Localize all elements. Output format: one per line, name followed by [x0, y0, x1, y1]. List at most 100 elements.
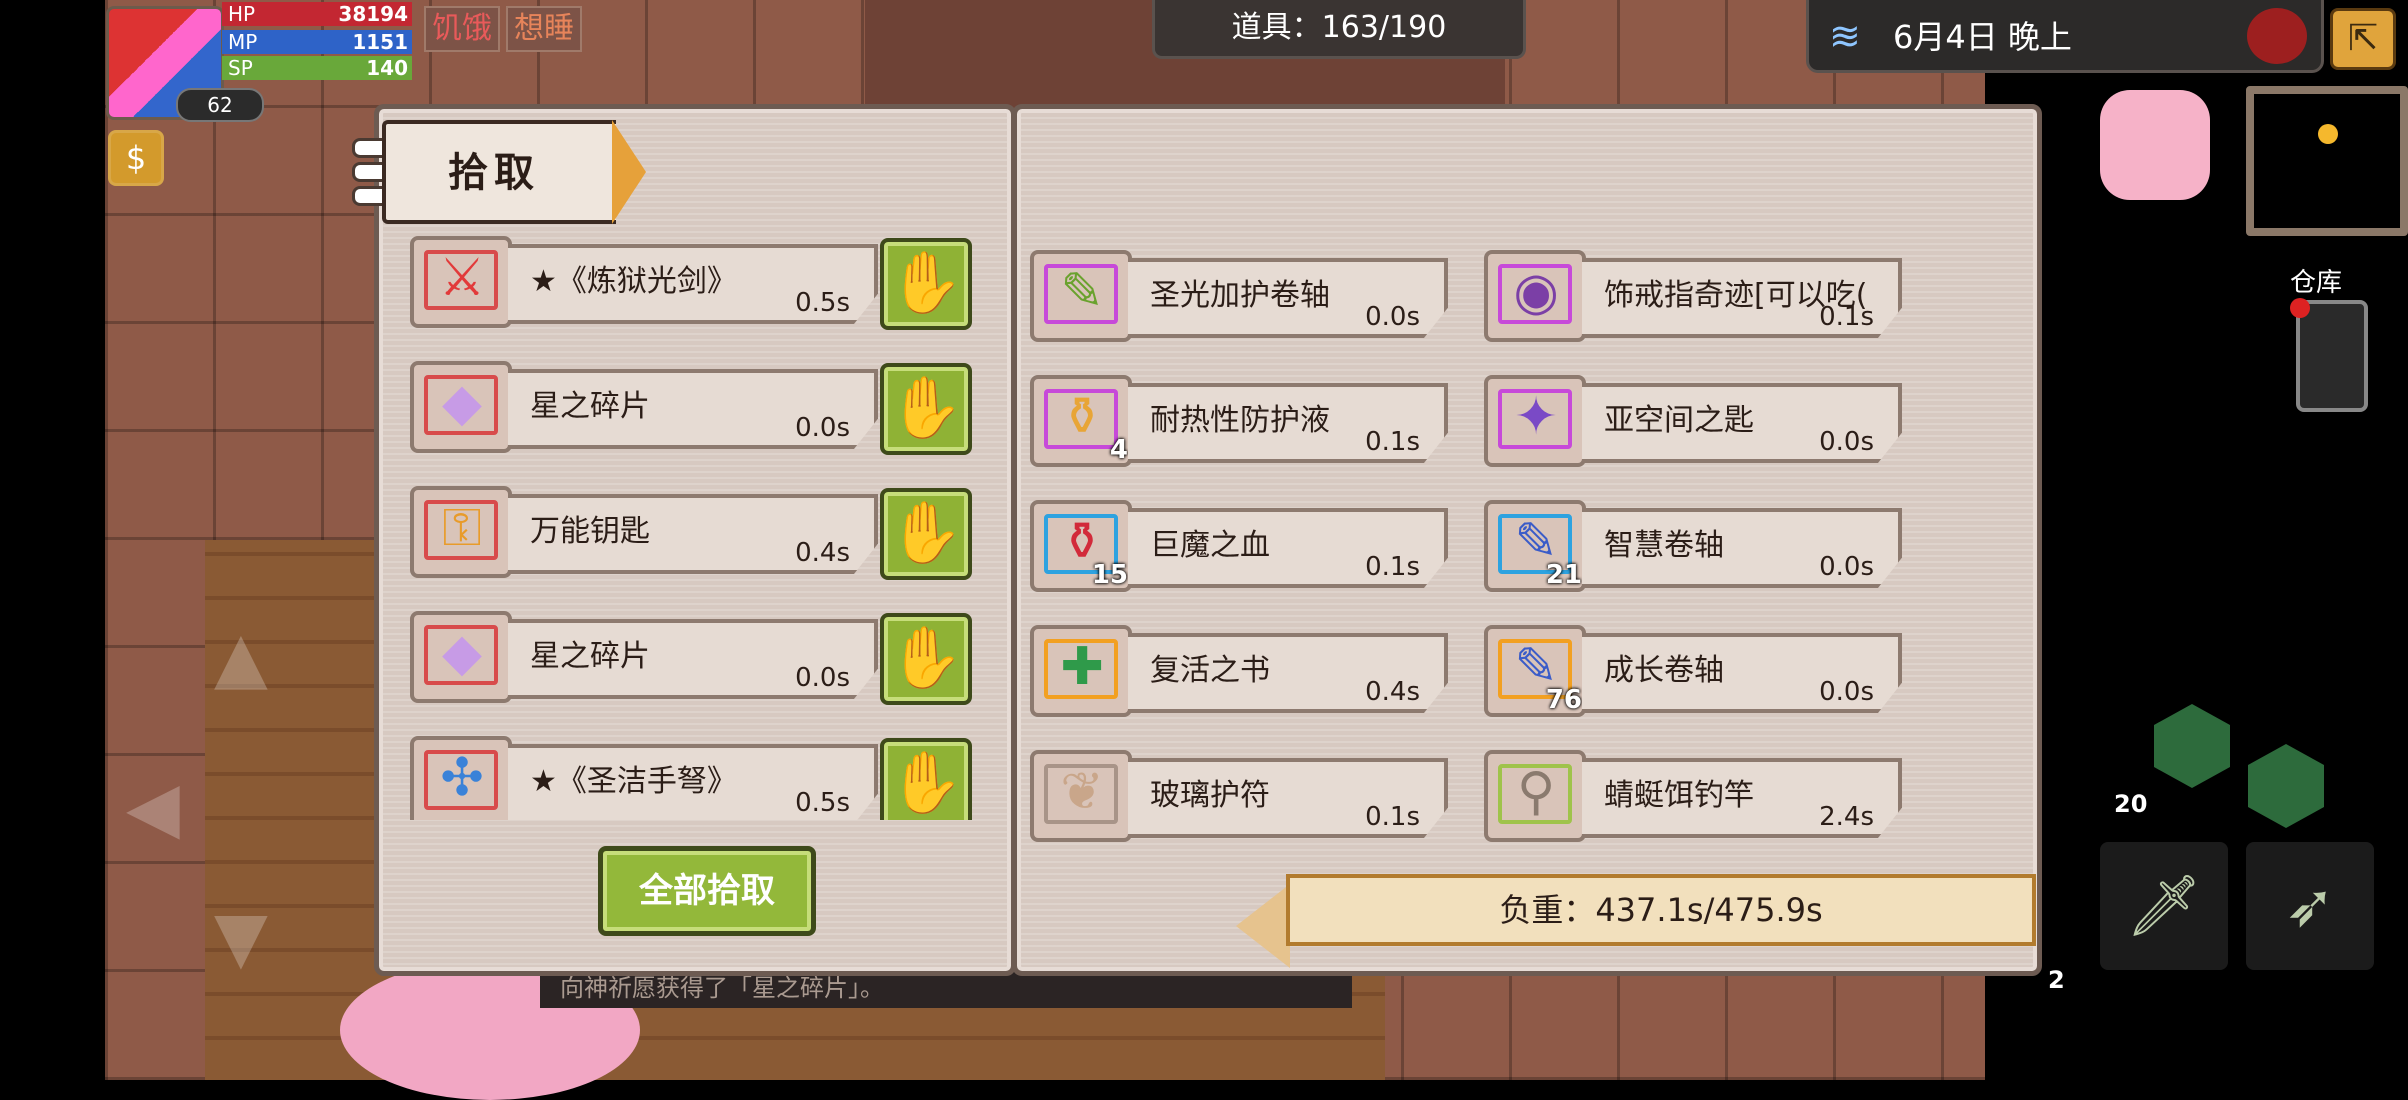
item-icon: ◆ [442, 623, 482, 683]
item-slot[interactable]: ⚱ 4 [1030, 375, 1132, 467]
dpad-up-icon[interactable]: ▲ [214, 616, 268, 698]
item-icon: ⚿ [442, 498, 482, 558]
item-icon: ⚔ [438, 248, 486, 308]
item-slot[interactable]: ❦ [1030, 750, 1132, 842]
item-slot[interactable]: ◆ [410, 361, 512, 453]
item-icon: ⚲ [1516, 762, 1556, 822]
loot-cell[interactable]: ✚ 复活之书 0.4s [1030, 625, 1460, 721]
item-plate: 万能钥匙 0.4s [508, 494, 878, 574]
item-count[interactable]: 道具：163/190 [1152, 0, 1526, 59]
item-name: 玻璃护符 [1150, 778, 1270, 813]
status-hungry-badge[interactable]: 饥饿 [424, 6, 500, 52]
hand-icon[interactable]: ✋ [880, 613, 972, 705]
item-slot[interactable]: ◆ [410, 611, 512, 703]
item-name: 蜻蜓饵钓竿 [1604, 778, 1754, 813]
loot-row[interactable]: ◆ 星之碎片 0.0s ✋ [410, 611, 980, 707]
item-quantity: 76 [1545, 685, 1582, 715]
loot-row[interactable]: ⚔ ★《炼狱光剑》 0.5s ✋ [410, 236, 980, 332]
item-name: ★《圣洁手弩》 [530, 764, 737, 799]
item-plate: 耐热性防护液 0.1s [1128, 383, 1448, 463]
item-slot[interactable]: ⚔ [410, 236, 512, 328]
notification-dot [2290, 298, 2310, 318]
item-time: 0.5s [795, 288, 850, 318]
dpad-down-icon[interactable]: ▼ [214, 896, 268, 978]
hand-icon[interactable]: ✋ [880, 363, 972, 455]
loot-cell[interactable]: ✎ 21 智慧卷轴 0.0s [1484, 500, 1914, 596]
item-slot[interactable]: ✚ [1030, 625, 1132, 717]
item-plate: 成长卷轴 0.0s [1582, 633, 1902, 713]
item-name: 星之碎片 [530, 389, 650, 424]
mp-label: MP [228, 30, 258, 54]
loot-cell[interactable]: ✎ 76 成长卷轴 0.0s [1484, 625, 1914, 721]
item-slot[interactable]: ⚱ 15 [1030, 500, 1132, 592]
network-globe-icon[interactable] [2247, 8, 2307, 64]
bow-slot-icon[interactable]: ➶ [2246, 842, 2374, 970]
date-time-box[interactable]: ≋ 6月4日 晚上 [1806, 0, 2324, 73]
sp-value: 140 [366, 56, 408, 80]
loot-cell[interactable]: ⚱ 15 巨魔之血 0.1s [1030, 500, 1460, 596]
loot-row[interactable]: ⚿ 万能钥匙 0.4s ✋ [410, 486, 980, 582]
sword-slot-icon[interactable]: 🗡 [2100, 842, 2228, 970]
item-plate: 圣光加护卷轴 0.0s [1128, 258, 1448, 338]
item-icon: ✎ [1060, 262, 1104, 322]
loot-cell[interactable]: ❦ 玻璃护符 0.1s [1030, 750, 1460, 846]
minimap[interactable] [2246, 86, 2408, 236]
coin-icon[interactable]: $ [108, 130, 164, 186]
hp-label: HP [228, 2, 256, 26]
item-slot[interactable]: ✣ [410, 736, 512, 820]
item-name: 星之碎片 [530, 639, 650, 674]
item-slot[interactable]: ✎ 21 [1484, 500, 1586, 592]
item-plate: 复活之书 0.4s [1128, 633, 1448, 713]
hand-icon[interactable]: ✋ [880, 488, 972, 580]
sp-label: SP [228, 56, 253, 80]
item-plate: 亚空间之匙 0.0s [1582, 383, 1902, 463]
skill-count: 2 [2048, 966, 2065, 994]
item-name: ★《炼狱光剑》 [530, 264, 737, 299]
loot-cell[interactable]: ◉ 饰戒指奇迹[可以吃(0.1s [1484, 250, 1914, 346]
item-time: 0.1s [1365, 427, 1420, 457]
item-time: 0.1s [1819, 302, 1874, 332]
loot-cell[interactable]: ⚲ 蜻蜓饵钓竿 2.4s [1484, 750, 1914, 846]
item-slot[interactable]: ⚲ [1484, 750, 1586, 842]
dpad-left-icon[interactable]: ◀ [126, 766, 180, 848]
item-name: 智慧卷轴 [1604, 528, 1724, 563]
title-tag-arrow [612, 120, 646, 224]
item-slot[interactable]: ✎ [1030, 250, 1132, 342]
status-sleepy-badge[interactable]: 想睡 [506, 6, 582, 52]
item-slot[interactable]: ✦ [1484, 375, 1586, 467]
item-icon: ⚱ [1060, 387, 1104, 447]
weight-banner: 负重：437.1s/475.9s [1286, 874, 2036, 946]
loot-row[interactable]: ✣ ★《圣洁手弩》 0.5s ✋ [410, 736, 980, 820]
npc-bunny-girl[interactable] [2100, 90, 2210, 200]
item-icon: ✦ [1514, 387, 1558, 447]
dpad[interactable]: ▲ ◀ ▼ [126, 616, 376, 986]
hp-value: 38194 [338, 2, 408, 26]
skill-count: 20 [2114, 790, 2148, 818]
hand-icon[interactable]: ✋ [880, 738, 972, 820]
item-plate: ★《圣洁手弩》 0.5s [508, 744, 878, 820]
loot-cell[interactable]: ✎ 圣光加护卷轴 0.0s [1030, 250, 1460, 346]
loot-row[interactable]: ◆ 星之碎片 0.0s ✋ [410, 361, 980, 457]
exit-icon[interactable]: ⇱ [2330, 8, 2396, 70]
sp-bar: SP 140 [222, 56, 412, 80]
item-quantity: 21 [1545, 560, 1582, 590]
hand-icon[interactable]: ✋ [880, 238, 972, 330]
item-icon: ✚ [1060, 637, 1104, 697]
pick-all-button[interactable]: 全部拾取 [598, 846, 816, 936]
item-name: 巨魔之血 [1150, 528, 1270, 563]
item-icon: ✣ [440, 748, 484, 808]
item-slot[interactable]: ✎ 76 [1484, 625, 1586, 717]
loot-left-list[interactable]: ⚔ ★《炼狱光剑》 0.5s ✋ ◆ 星之碎片 0.0s ✋ ⚿ 万能钥匙 0.4s ✋ ◆ 星之碎片 0.… [400, 236, 990, 820]
minimap-player-marker [2318, 124, 2338, 144]
item-time: 0.4s [1365, 677, 1420, 707]
item-name: 万能钥匙 [530, 514, 650, 549]
item-time: 0.4s [795, 538, 850, 568]
item-slot[interactable]: ◉ [1484, 250, 1586, 342]
loot-cell[interactable]: ✦ 亚空间之匙 0.0s [1484, 375, 1914, 471]
item-quantity: 15 [1091, 560, 1128, 590]
item-time: 0.0s [1365, 302, 1420, 332]
loot-cell[interactable]: ⚱ 4 耐热性防护液 0.1s [1030, 375, 1460, 471]
item-slot[interactable]: ⚿ [410, 486, 512, 578]
warehouse-label: 仓库 [2290, 268, 2343, 298]
phone-icon[interactable] [2296, 300, 2368, 412]
